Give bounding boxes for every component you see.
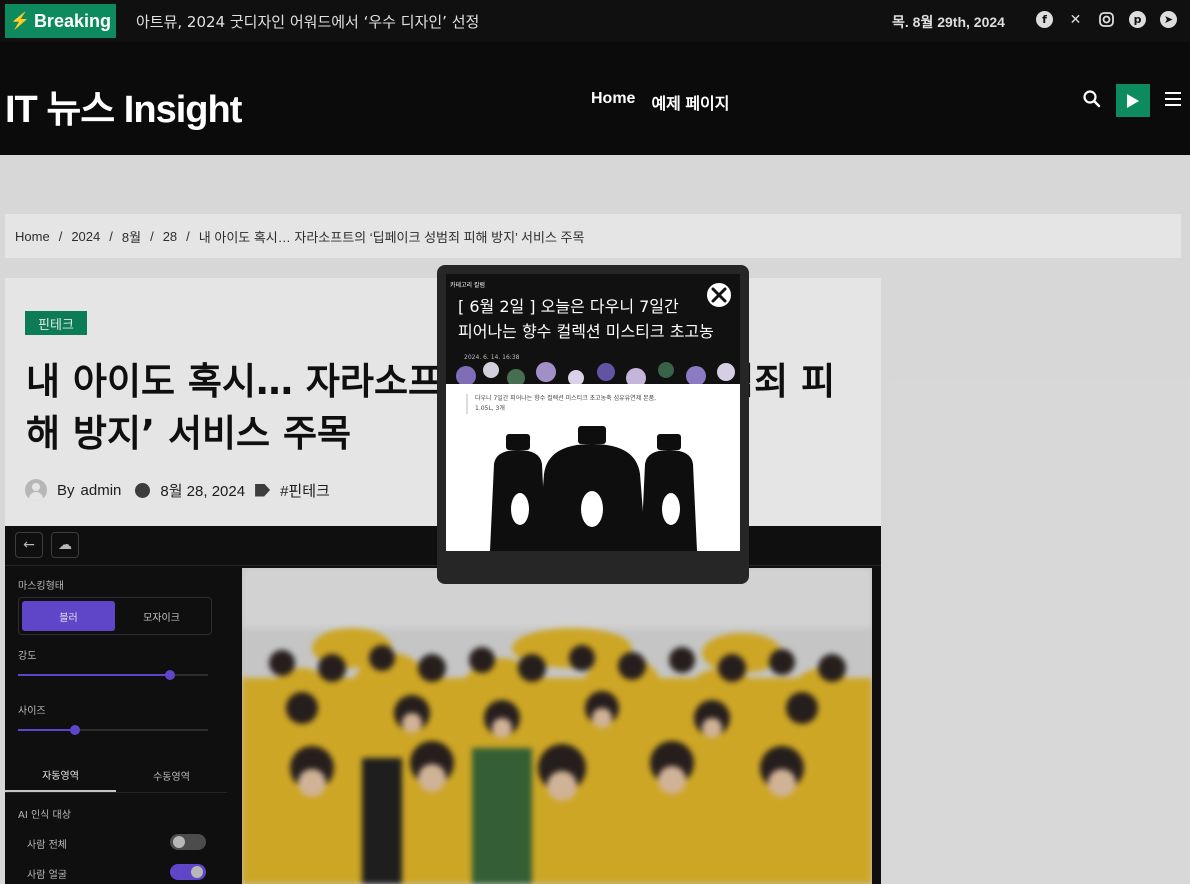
pinterest-icon[interactable]: p: [1129, 11, 1146, 28]
social-links: f ✕ p ➤: [1036, 11, 1177, 28]
product-bottles: [490, 426, 697, 551]
telegram-icon[interactable]: ➤: [1160, 11, 1177, 28]
close-popup-button[interactable]: [705, 281, 733, 309]
site-header: IT 뉴스 Insight Home 예제 페이지: [0, 42, 1190, 155]
top-bar: ⚡ Breaking 아트뮤, 2024 굿디자인 어워드에서 ‘우수 디자인’…: [0, 0, 1190, 42]
nav-item-home[interactable]: Home: [591, 90, 635, 114]
site-title[interactable]: IT 뉴스 Insight: [5, 78, 242, 133]
close-icon: [711, 287, 727, 303]
ad-caption: 다우니 7일간 피어나는 향수 컬렉션 미스티크 초고농축 섬유유연제 본품, …: [466, 394, 671, 414]
ad-banner: 카테고리 칼럼 [ 6월 2일 ] 오늘은 다우니 7일간 피어나는 향수 컬렉…: [446, 274, 740, 384]
play-icon: [1127, 93, 1139, 108]
ad-popup: 카테고리 칼럼 [ 6월 2일 ] 오늘은 다우니 7일간 피어나는 향수 컬렉…: [437, 265, 749, 584]
instagram-icon[interactable]: [1098, 11, 1115, 28]
breaking-label: Breaking: [33, 10, 111, 31]
top-date: 목. 8월 29th, 2024: [892, 14, 1005, 30]
breaking-badge: ⚡ Breaking: [5, 4, 116, 38]
ad-brand: 카테고리 칼럼: [450, 282, 486, 289]
nav-item-example-page[interactable]: 예제 페이지: [651, 90, 729, 114]
ad-headline-line1: [ 6월 2일 ] 오늘은 다우니 7일간: [458, 297, 679, 316]
play-button[interactable]: [1116, 84, 1150, 117]
breaking-ticker-link[interactable]: 아트뮤, 2024 굿디자인 어워드에서 ‘우수 디자인’ 선정: [136, 11, 479, 32]
ad-headline: [ 6월 2일 ] 오늘은 다우니 7일간 피어나는 향수 컬렉션 미스티크 초…: [458, 294, 740, 344]
x-icon[interactable]: ✕: [1067, 11, 1084, 28]
ad-image[interactable]: 카테고리 칼럼 [ 6월 2일 ] 오늘은 다우니 7일간 피어나는 향수 컬렉…: [446, 274, 740, 551]
search-icon[interactable]: [1082, 89, 1102, 109]
menu-icon[interactable]: [1165, 92, 1181, 106]
main-nav: Home 예제 페이지: [591, 90, 730, 114]
ad-headline-line2: 피어나는 향수 컬렉션 미스티크 초고농: [458, 322, 714, 341]
flower-decoration: [456, 362, 735, 384]
facebook-icon[interactable]: f: [1036, 11, 1053, 28]
lightning-icon: ⚡: [10, 13, 30, 30]
